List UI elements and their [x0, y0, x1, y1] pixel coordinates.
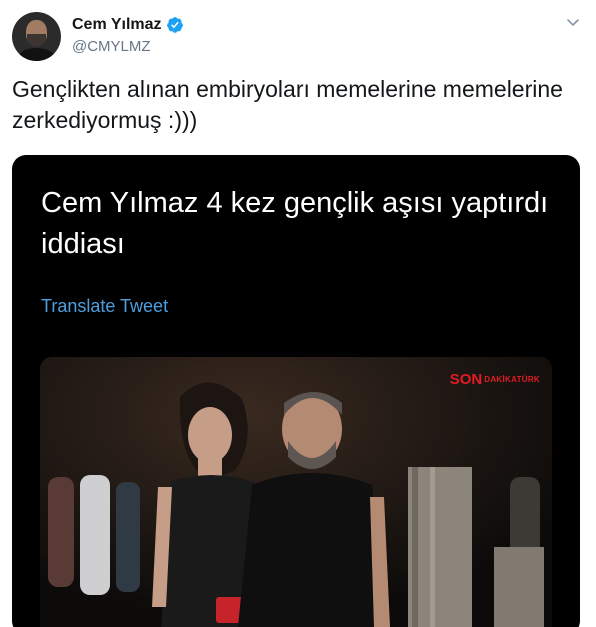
chevron-down-icon[interactable] [565, 14, 581, 30]
translate-tweet-link[interactable]: Translate Tweet [41, 296, 168, 317]
embedded-tweet-image[interactable]: Cem Yılmaz 4 kez gençlik aşısı yaptırdı … [12, 155, 580, 627]
avatar-shirt [18, 48, 55, 61]
display-name[interactable]: Cem Yılmaz [72, 16, 162, 34]
author-name-row: Cem Yılmaz [72, 16, 184, 34]
photo-illustration [40, 357, 552, 627]
avatar[interactable] [12, 12, 61, 61]
news-watermark: SON DAKİKATÜRK [450, 371, 540, 388]
watermark-main: SON [449, 371, 483, 388]
embedded-tweet-text: Cem Yılmaz 4 kez gençlik aşısı yaptırdı … [41, 187, 549, 260]
tweet: Cem Yılmaz @CMYLMZ Gençlikten alınan emb… [0, 0, 596, 627]
author-handle[interactable]: @CMYLMZ [72, 38, 151, 55]
news-photo: SON DAKİKATÜRK [40, 357, 552, 627]
watermark-sub: DAKİKATÜRK [484, 375, 540, 384]
tweet-text: Gençlikten alınan embiryoları memelerine… [12, 76, 563, 133]
verified-badge-icon [166, 17, 183, 33]
avatar-beard [27, 34, 46, 46]
